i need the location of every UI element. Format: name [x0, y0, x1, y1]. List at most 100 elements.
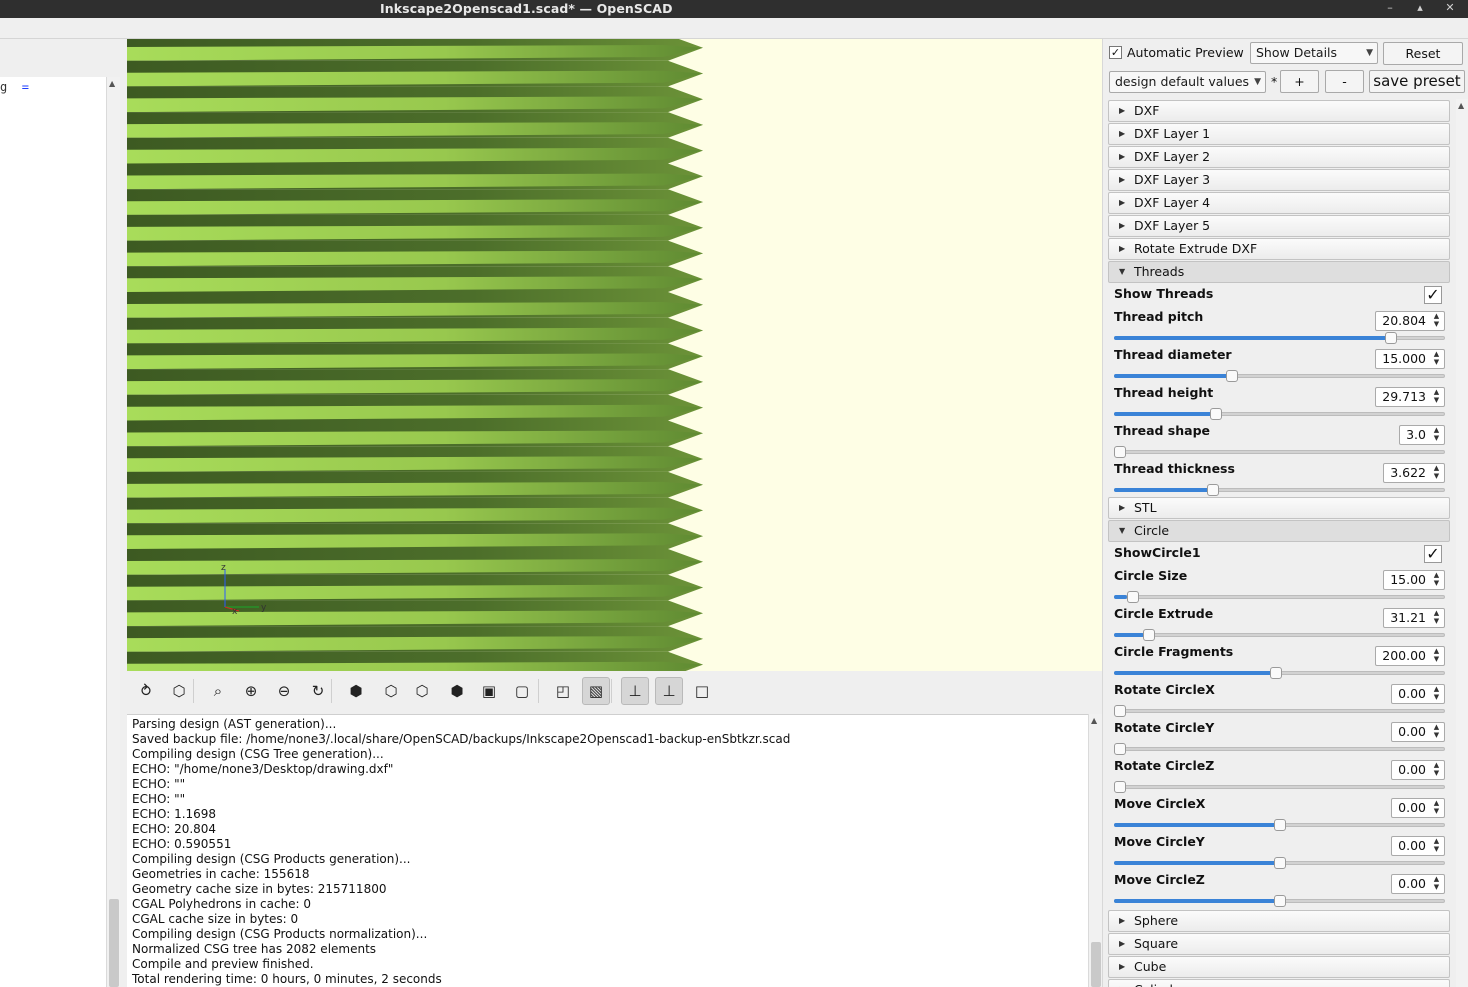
scroll-up-icon[interactable]: ▲ — [1458, 101, 1464, 110]
show-circle-checkbox[interactable]: ✓ — [1424, 545, 1442, 563]
view-top-icon[interactable]: ⬡ — [377, 677, 405, 705]
console-scrollbar[interactable]: ▲ — [1088, 714, 1102, 987]
spin-arrows-icon[interactable]: ▲ ▼ — [1431, 609, 1442, 625]
orthogonal-icon[interactable]: ▧ — [582, 677, 610, 705]
scroll-up-icon[interactable]: ▲ — [1091, 716, 1097, 725]
group-circle[interactable]: ▼ Circle — [1108, 520, 1450, 542]
rotate-circlex-slider[interactable] — [1114, 705, 1445, 717]
reset-button[interactable]: Reset — [1383, 42, 1463, 65]
thread-height-slider[interactable] — [1114, 408, 1445, 420]
spin-arrows-icon[interactable]: ▲ ▼ — [1431, 464, 1442, 480]
thread-pitch-slider[interactable] — [1114, 332, 1445, 344]
editor-scroll-thumb[interactable] — [109, 899, 119, 987]
circle-fragments-slider[interactable] — [1114, 667, 1445, 679]
perspective-icon[interactable]: ◰ — [549, 677, 577, 705]
scroll-up-icon[interactable]: ▲ — [109, 79, 115, 88]
slider-handle[interactable] — [1274, 895, 1286, 907]
spin-arrows-icon[interactable]: ▲ ▼ — [1431, 426, 1442, 442]
3d-viewport[interactable]: z y x — [127, 39, 1102, 671]
slider-handle[interactable] — [1114, 781, 1126, 793]
move-circley-slider[interactable] — [1114, 857, 1445, 869]
zoom-out-icon[interactable]: ⊖ — [270, 677, 298, 705]
group-square[interactable]: ▶ Square — [1108, 933, 1450, 955]
slider-handle[interactable] — [1114, 446, 1126, 458]
move-circlex-slider[interactable] — [1114, 819, 1445, 831]
slider-handle[interactable] — [1143, 629, 1155, 641]
group-dxf-layer-1[interactable]: ▶ DXF Layer 1 — [1108, 123, 1450, 145]
thread-height-spinbox[interactable]: 29.713 ▲ ▼ — [1375, 387, 1445, 407]
rotate-circley-spinbox[interactable]: 0.00 ▲ ▼ — [1391, 722, 1445, 742]
rotate-circley-slider[interactable] — [1114, 743, 1445, 755]
slider-handle[interactable] — [1210, 408, 1222, 420]
group-cylinder[interactable]: ▶ Cylinder — [1108, 979, 1450, 987]
zoom-in-icon[interactable]: ⊕ — [237, 677, 265, 705]
render-icon[interactable]: ⬡ — [165, 677, 193, 705]
show-axes-icon[interactable]: ⊥ — [621, 677, 649, 705]
parameter-scrollbar[interactable]: ▲ — [1456, 99, 1468, 987]
maximize-icon[interactable]: ▴ — [1410, 0, 1430, 18]
spin-arrows-icon[interactable]: ▲ ▼ — [1431, 388, 1442, 404]
group-rotate-extrude-dxf[interactable]: ▶ Rotate Extrude DXF — [1108, 238, 1450, 260]
view-bottom-icon[interactable]: ⬡ — [408, 677, 436, 705]
slider-handle[interactable] — [1226, 370, 1238, 382]
console-scroll-thumb[interactable] — [1091, 942, 1101, 987]
group-dxf[interactable]: ▶ DXF — [1108, 100, 1450, 122]
slider-handle[interactable] — [1127, 591, 1139, 603]
move-circlez-slider[interactable] — [1114, 895, 1445, 907]
view-front-icon[interactable]: ▣ — [475, 677, 503, 705]
spin-arrows-icon[interactable]: ▲ ▼ — [1431, 875, 1442, 891]
show-threads-checkbox[interactable]: ✓ — [1424, 286, 1442, 304]
thread-diameter-spinbox[interactable]: 15.000 ▲ ▼ — [1375, 349, 1445, 369]
group-stl[interactable]: ▶ STL — [1108, 497, 1450, 519]
slider-handle[interactable] — [1207, 484, 1219, 496]
reset-view-icon[interactable]: ↻ — [304, 677, 332, 705]
automatic-preview-checkbox[interactable]: ✓ — [1109, 46, 1122, 59]
add-preset-button[interactable]: + — [1280, 70, 1319, 93]
show-details-select[interactable]: Show Details ▼ — [1250, 42, 1378, 64]
move-circley-spinbox[interactable]: 0.00 ▲ ▼ — [1391, 836, 1445, 856]
show-scale-icon[interactable]: ⊥ — [655, 677, 683, 705]
slider-handle[interactable] — [1114, 743, 1126, 755]
group-sphere[interactable]: ▶ Sphere — [1108, 910, 1450, 932]
slider-handle[interactable] — [1274, 819, 1286, 831]
thread-thickness-spinbox[interactable]: 3.622 ▲ ▼ — [1383, 463, 1445, 483]
code-editor[interactable]: g = — [0, 77, 107, 987]
spin-arrows-icon[interactable]: ▲ ▼ — [1431, 685, 1442, 701]
view-all-icon[interactable]: ⌕ — [204, 677, 232, 705]
rotate-circlez-slider[interactable] — [1114, 781, 1445, 793]
close-icon[interactable]: ✕ — [1440, 0, 1460, 18]
rotate-circlex-spinbox[interactable]: 0.00 ▲ ▼ — [1391, 684, 1445, 704]
spin-arrows-icon[interactable]: ▲ ▼ — [1431, 647, 1442, 663]
circle-fragments-spinbox[interactable]: 200.00 ▲ ▼ — [1375, 646, 1445, 666]
slider-handle[interactable] — [1385, 332, 1397, 344]
slider-handle[interactable] — [1270, 667, 1282, 679]
spin-arrows-icon[interactable]: ▲ ▼ — [1431, 761, 1442, 777]
thread-shape-slider[interactable] — [1114, 446, 1445, 458]
move-circlex-spinbox[interactable]: 0.00 ▲ ▼ — [1391, 798, 1445, 818]
thread-thickness-slider[interactable] — [1114, 484, 1445, 496]
save-preset-button[interactable]: save preset — [1369, 70, 1465, 93]
splitter[interactable] — [120, 39, 127, 987]
circle-size-slider[interactable] — [1114, 591, 1445, 603]
group-dxf-layer-5[interactable]: ▶ DXF Layer 5 — [1108, 215, 1450, 237]
group-cube[interactable]: ▶ Cube — [1108, 956, 1450, 978]
thread-shape-spinbox[interactable]: 3.0 ▲ ▼ — [1399, 425, 1445, 445]
show-edges-icon[interactable]: □ — [688, 677, 716, 705]
group-dxf-layer-2[interactable]: ▶ DXF Layer 2 — [1108, 146, 1450, 168]
slider-handle[interactable] — [1114, 705, 1126, 717]
rotate-circlez-spinbox[interactable]: 0.00 ▲ ▼ — [1391, 760, 1445, 780]
spin-arrows-icon[interactable]: ▲ ▼ — [1431, 571, 1442, 587]
view-right-icon[interactable]: ⬢ — [342, 677, 370, 705]
slider-handle[interactable] — [1274, 857, 1286, 869]
thread-diameter-slider[interactable] — [1114, 370, 1445, 382]
editor-scrollbar[interactable]: ▲ — [106, 77, 120, 987]
group-dxf-layer-4[interactable]: ▶ DXF Layer 4 — [1108, 192, 1450, 214]
spin-arrows-icon[interactable]: ▲ ▼ — [1431, 837, 1442, 853]
view-back-icon[interactable]: ▢ — [508, 677, 536, 705]
spin-arrows-icon[interactable]: ▲ ▼ — [1431, 312, 1442, 328]
spin-arrows-icon[interactable]: ▲ ▼ — [1431, 723, 1442, 739]
minimize-icon[interactable]: – — [1380, 0, 1400, 18]
remove-preset-button[interactable]: - — [1325, 70, 1364, 93]
preset-select[interactable]: design default values ▼ — [1109, 71, 1266, 93]
group-dxf-layer-3[interactable]: ▶ DXF Layer 3 — [1108, 169, 1450, 191]
